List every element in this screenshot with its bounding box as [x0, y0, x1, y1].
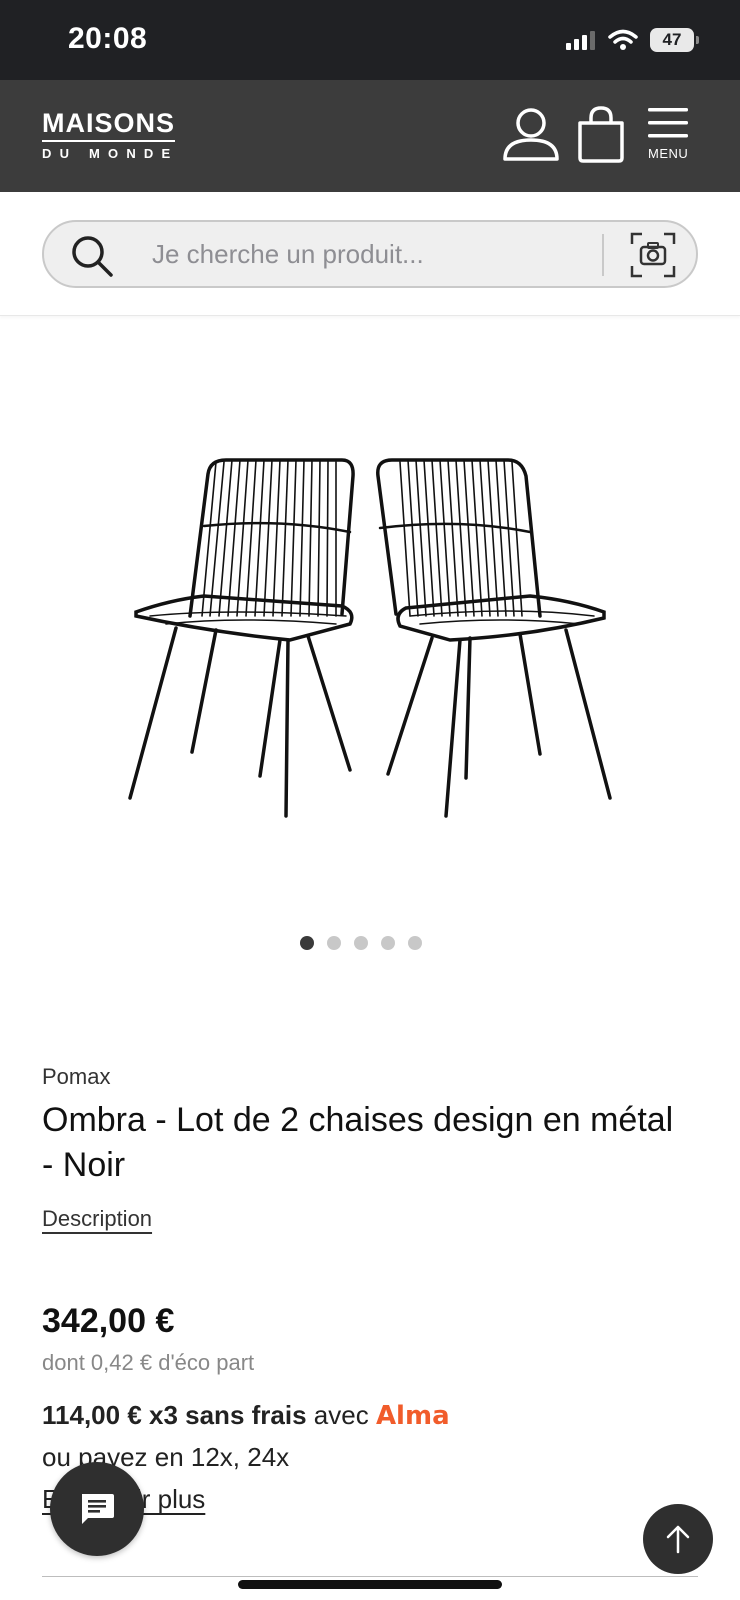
carousel-dot[interactable] [327, 936, 341, 950]
signal-icon [566, 31, 595, 50]
chat-icon [82, 1494, 114, 1524]
search-box[interactable] [42, 220, 698, 288]
search-input[interactable] [152, 232, 632, 276]
chat-button[interactable] [50, 1462, 144, 1556]
status-time: 20:08 [68, 22, 148, 55]
account-button[interactable] [502, 106, 560, 162]
product-image[interactable] [110, 440, 630, 860]
status-icons: 47 [566, 28, 699, 52]
battery-icon: 47 [650, 28, 699, 52]
wifi-icon [608, 29, 638, 50]
carousel-indicators [300, 936, 422, 950]
description-link[interactable]: Description [42, 1206, 152, 1232]
divider [42, 1576, 698, 1577]
cart-icon [578, 106, 624, 163]
logo[interactable]: MAISONS DU MONDE [42, 110, 178, 161]
home-indicator [238, 1580, 502, 1589]
installment-amount: 114,00 € x3 sans frais [42, 1400, 307, 1430]
menu-icon [648, 108, 689, 138]
cart-button[interactable] [576, 106, 626, 164]
search-divider [602, 234, 604, 276]
arrow-up-icon [666, 1525, 690, 1554]
logo-top-text: MAISONS [42, 110, 176, 142]
product-brand[interactable]: Pomax [42, 1064, 110, 1090]
carousel-dot[interactable] [354, 936, 368, 950]
camera-icon[interactable] [630, 232, 676, 278]
installment-info: 114,00 € x3 sans frais avec Alma [42, 1400, 450, 1431]
carousel-dot[interactable] [408, 936, 422, 950]
logo-bottom-text: DU MONDE [42, 146, 179, 161]
product-title: Ombra - Lot de 2 chaises design en métal… [42, 1101, 674, 1184]
scroll-top-button[interactable] [643, 1504, 713, 1574]
carousel-dot[interactable] [381, 936, 395, 950]
alma-logo: Alma [375, 1401, 450, 1431]
menu-label: MENU [648, 146, 689, 161]
account-icon [503, 108, 559, 161]
search-bar-container [0, 192, 740, 316]
installment-with: avec [313, 1400, 369, 1430]
product-price: 342,00 € [42, 1302, 175, 1340]
site-header: MAISONS DU MONDE MENU [0, 80, 740, 192]
status-bar: 20:08 47 [0, 0, 740, 80]
menu-button[interactable]: MENU [648, 106, 689, 161]
eco-part: dont 0,42 € d'éco part [42, 1350, 255, 1375]
search-icon [72, 236, 113, 277]
carousel-dot[interactable] [300, 936, 314, 950]
